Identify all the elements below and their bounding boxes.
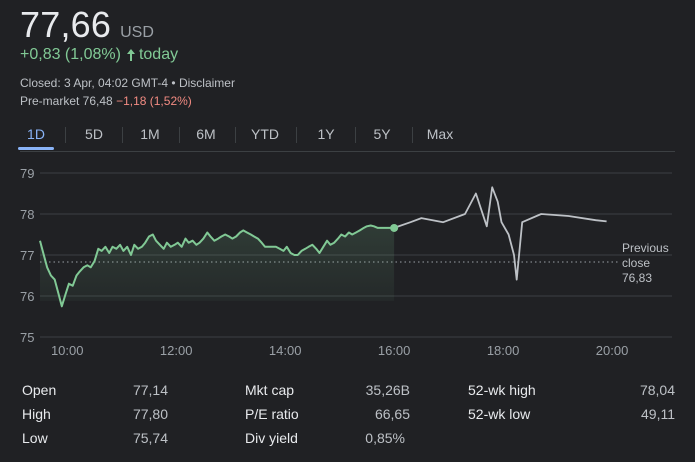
after-hours-line (393, 186, 607, 281)
arrow-up-icon (126, 48, 136, 62)
stat-pe-label: P/E ratio (245, 406, 299, 422)
tab-5d[interactable]: 5D (78, 121, 110, 147)
stat-52wk-high-label: 52-wk high (468, 382, 536, 398)
tab-ytd[interactable]: YTD (246, 121, 284, 147)
stat-52wk-low-value: 49,11 (641, 406, 675, 422)
stat-52wk-high-value: 78,04 (639, 382, 675, 398)
premarket-change: −1,18 (1,52%) (116, 94, 192, 108)
previous-close-label: Previous (622, 241, 669, 255)
x-tick-label: 16:00 (378, 343, 411, 358)
previous-close-label: close (622, 256, 650, 270)
stat-divyield-value: 0,85% (365, 430, 405, 446)
stat-high-label: High (22, 406, 51, 422)
stat-open-value: 77,14 (132, 382, 168, 398)
x-tick-label: 14:00 (269, 343, 302, 358)
tab-1m[interactable]: 1M (134, 121, 166, 147)
y-tick-label: 78 (20, 207, 34, 222)
tab-max[interactable]: Max (422, 121, 458, 147)
y-tick-label: 77 (20, 248, 34, 263)
x-tick-label: 18:00 (487, 343, 520, 358)
regular-session-area (40, 225, 395, 307)
tabs-divider (20, 151, 675, 152)
previous-close-label: 76,83 (622, 271, 652, 285)
market-closed-info: Closed: 3 Apr, 04:02 GMT-4 • Disclaimer (20, 76, 235, 90)
y-tick-label: 76 (20, 289, 34, 304)
price-change-row: +0,83 (1,08%) today (20, 46, 178, 64)
current-price: 77,66 (20, 4, 112, 45)
y-tick-label: 75 (20, 330, 34, 345)
stat-open-label: Open (22, 382, 57, 398)
x-tick-label: 10:00 (51, 343, 84, 358)
y-tick-label: 79 (20, 166, 34, 181)
change-period: today (138, 46, 179, 63)
tab-6m[interactable]: 6M (190, 121, 222, 147)
tab-1d[interactable]: 1D (18, 121, 54, 150)
x-tick-label: 12:00 (160, 343, 193, 358)
stat-low-label: Low (22, 430, 48, 446)
tab-5y[interactable]: 5Y (366, 121, 398, 147)
stat-divyield-label: Div yield (245, 430, 298, 446)
price-change: +0,83 (1,08%) (20, 46, 121, 63)
tab-1y[interactable]: 1Y (310, 121, 342, 147)
close-marker (390, 223, 399, 232)
currency-code: USD (120, 24, 154, 41)
stat-mktcap-value: 35,26B (365, 382, 410, 398)
premarket-info: Pre-market 76,48 −1,18 (1,52%) (20, 94, 192, 108)
premarket-price: Pre-market 76,48 (20, 94, 113, 108)
stat-mktcap-label: Mkt cap (245, 382, 295, 398)
stat-pe-value: 66,65 (374, 406, 410, 422)
stat-high-value: 77,80 (132, 406, 168, 422)
price-header: 77,66 USD (20, 4, 154, 46)
stat-52wk-low-label: 52-wk low (468, 406, 531, 422)
price-chart[interactable]: 79 78 77 76 75 10:00 12:00 14:00 16:00 18:00 20:00… (0, 160, 695, 370)
x-tick-label: 20:00 (596, 343, 629, 358)
stat-low-value: 75,74 (132, 430, 168, 446)
